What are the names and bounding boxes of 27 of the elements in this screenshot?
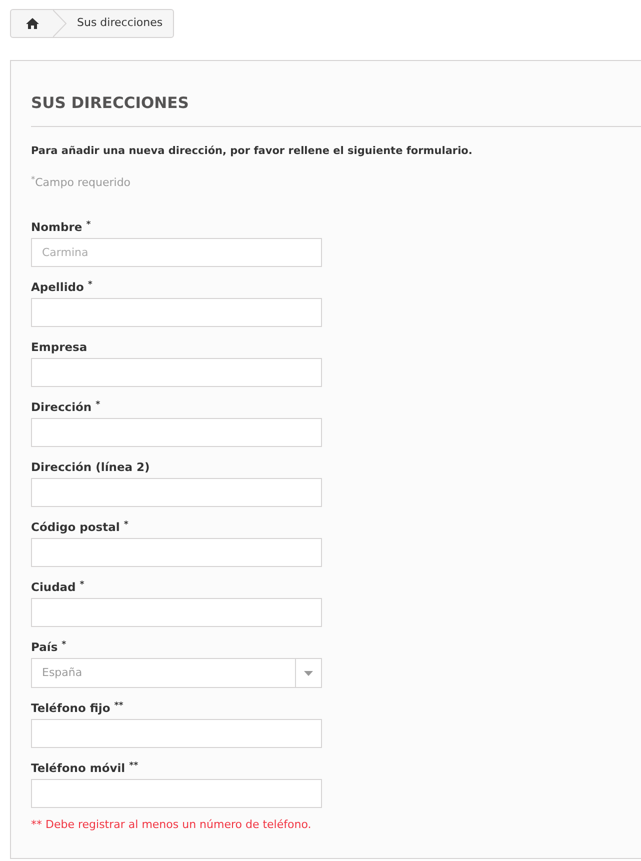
field-label: Apellido $^{*}$ [31, 278, 92, 296]
input-field[interactable]: Carmina [31, 238, 322, 267]
page-title: SUS DIRECCIONES [31, 92, 641, 127]
required-note: $^{*}$Campo requerido [31, 176, 131, 189]
field-label: Código postal $^{*}$ [31, 518, 128, 536]
field-label: Dirección (línea 2) [31, 459, 150, 476]
field-label: Ciudad $^{*}$ [31, 578, 84, 596]
input-field[interactable] [31, 538, 322, 567]
input-field[interactable] [31, 298, 322, 327]
field-label: Teléfono móvil $^{**}$ [31, 760, 138, 777]
breadcrumb-current: Sus direcciones [76, 15, 164, 32]
home-icon [26, 18, 38, 29]
input-field[interactable] [31, 358, 322, 387]
field-label: Empresa [31, 339, 88, 356]
input-field[interactable] [31, 418, 322, 447]
country-select[interactable]: España [31, 658, 322, 688]
input-field[interactable] [31, 779, 322, 808]
intro-text: Para añadir una nueva dirección, por favor rellene el siguiente formulario. [31, 145, 472, 157]
input-field[interactable] [31, 478, 322, 507]
caret-icon [304, 670, 313, 676]
input-field[interactable] [31, 719, 322, 748]
field-label: Teléfono fijo $^{**}$ [31, 700, 124, 717]
phone-note: ** Debe registrar al menos un número de teléfono. [31, 818, 312, 831]
input-field[interactable] [31, 598, 322, 627]
field-label: Dirección $^{*}$ [31, 398, 100, 416]
field-label: Nombre $^{*}$ [31, 218, 91, 236]
field-label: País $^{*}$ [31, 638, 66, 656]
